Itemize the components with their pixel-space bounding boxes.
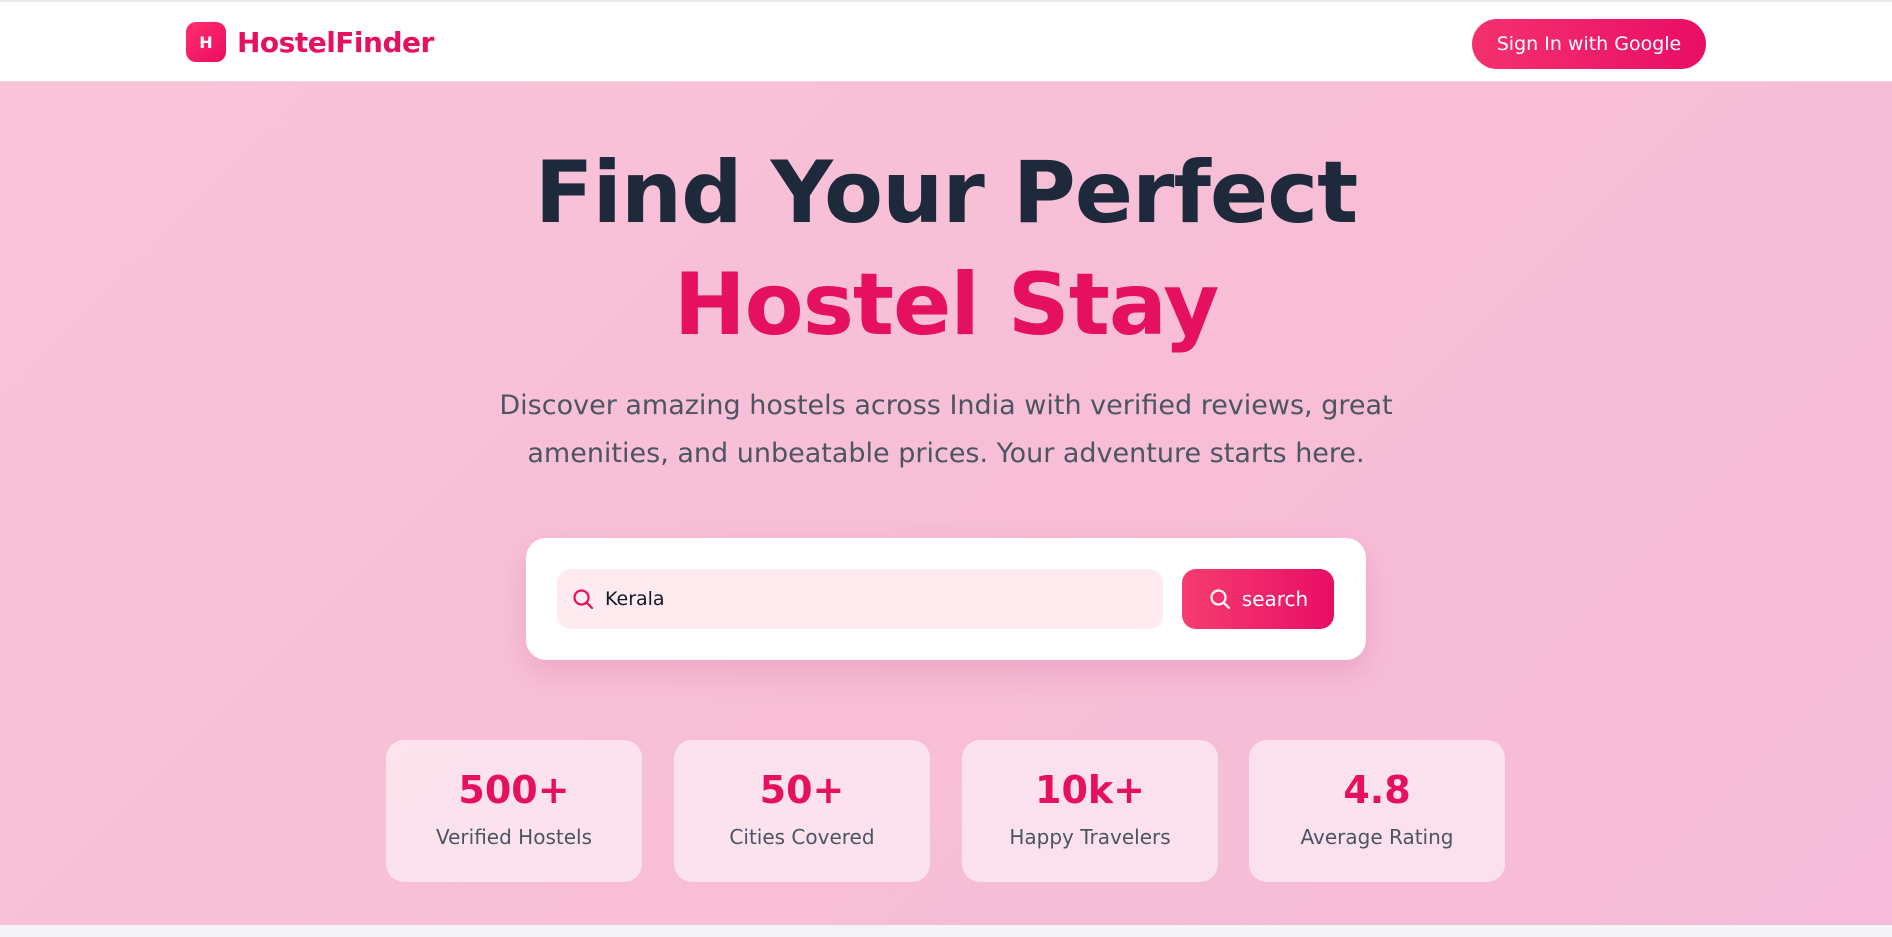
brand-name: HostelFinder [237, 25, 434, 59]
hero-subtitle: Discover amazing hostels across India wi… [499, 390, 1393, 469]
brand-link[interactable]: H HostelFinder [186, 22, 434, 62]
stat-label: Happy Travelers [1009, 825, 1171, 849]
brand-logo-icon: H [186, 22, 226, 62]
top-navbar: H HostelFinder Sign In with Google [0, 0, 1892, 82]
stat-label: Average Rating [1300, 825, 1454, 849]
stat-value: 4.8 [1343, 768, 1411, 812]
search-field[interactable] [557, 569, 1163, 629]
search-card: search [526, 538, 1366, 660]
search-icon [573, 589, 594, 610]
stat-card-cities-covered: 50+ Cities Covered [674, 740, 930, 882]
hero-title-line2: Hostel Stay [673, 255, 1220, 355]
hero-title-line1: Find Your Perfect [534, 143, 1359, 243]
search-button-label: search [1241, 587, 1309, 611]
page: H HostelFinder Sign In with Google Find … [0, 0, 1892, 937]
search-input[interactable] [605, 569, 1145, 629]
sign-in-google-button[interactable]: Sign In with Google [1472, 19, 1706, 69]
stat-value: 500+ [458, 768, 570, 812]
stat-label: Verified Hostels [436, 825, 592, 849]
page-bottom-edge [0, 925, 1892, 937]
hero-section: Find Your Perfect Hostel Stay Discover a… [0, 82, 1892, 925]
stat-card-average-rating: 4.8 Average Rating [1249, 740, 1505, 882]
stat-card-verified-hostels: 500+ Verified Hostels [386, 740, 642, 882]
search-icon [1210, 589, 1230, 610]
search-button[interactable]: search [1182, 569, 1334, 629]
stat-value: 50+ [759, 768, 845, 812]
stat-value: 10k+ [1035, 768, 1145, 812]
stat-card-happy-travelers: 10k+ Happy Travelers [962, 740, 1218, 882]
stat-label: Cities Covered [729, 825, 875, 849]
